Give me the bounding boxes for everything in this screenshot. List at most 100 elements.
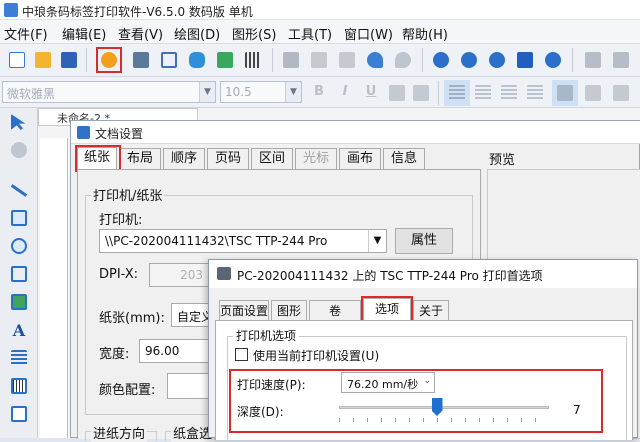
tab-layout[interactable]: 布局 bbox=[119, 148, 161, 169]
app-logo-icon bbox=[4, 3, 18, 17]
printer-icon bbox=[217, 267, 231, 280]
image-tool[interactable] bbox=[9, 292, 29, 312]
grid-icon bbox=[245, 52, 261, 68]
main-toolbar bbox=[0, 44, 640, 77]
shape-tool[interactable] bbox=[9, 264, 29, 284]
redo-button[interactable] bbox=[390, 47, 416, 73]
ellipse-tool[interactable] bbox=[9, 236, 29, 256]
tab-order[interactable]: 顺序 bbox=[163, 148, 205, 169]
menu-help[interactable]: 帮助(H) bbox=[402, 24, 448, 43]
gear-icon bbox=[101, 52, 117, 68]
menu-tools[interactable]: 工具(T) bbox=[288, 24, 332, 43]
shape-icon bbox=[11, 266, 27, 282]
cut-button[interactable] bbox=[278, 47, 304, 73]
ungroup-icon bbox=[613, 52, 629, 68]
color-profile-select[interactable] bbox=[167, 373, 211, 399]
undo-icon bbox=[367, 52, 383, 68]
tab-canvas[interactable]: 画布 bbox=[339, 148, 381, 169]
align-center-button[interactable] bbox=[470, 80, 496, 106]
barcode-tool[interactable] bbox=[9, 376, 29, 396]
valign-middle-button[interactable] bbox=[580, 80, 606, 106]
font-color-button[interactable] bbox=[408, 80, 434, 106]
zoom-actual-icon bbox=[545, 52, 561, 68]
chevron-down-icon: ▼ bbox=[199, 82, 215, 102]
rectangle-tool[interactable] bbox=[9, 208, 29, 228]
zoom-out-button[interactable] bbox=[456, 47, 482, 73]
grid-button[interactable] bbox=[240, 47, 266, 73]
database-icon bbox=[189, 52, 205, 68]
use-current-checkbox[interactable] bbox=[235, 348, 248, 361]
align-justify-button[interactable] bbox=[522, 80, 548, 106]
zoom-in-button[interactable] bbox=[428, 47, 454, 73]
font-family-value: 微软雅黑 bbox=[7, 87, 56, 101]
underline-button[interactable]: U bbox=[360, 81, 382, 103]
qrcode-tool[interactable] bbox=[9, 404, 29, 424]
window-title: 中琅条码标签打印软件-V6.5.0 数码版 单机 bbox=[22, 5, 253, 19]
menu-window[interactable]: 窗口(W) bbox=[344, 24, 393, 43]
barcode-icon bbox=[11, 378, 27, 394]
font-family-select[interactable]: 微软雅黑 ▼ bbox=[2, 81, 216, 103]
zoom-fit-icon bbox=[489, 52, 505, 68]
tab-page-number[interactable]: 页码 bbox=[207, 148, 249, 169]
select-tool[interactable] bbox=[9, 112, 29, 132]
strike-button[interactable] bbox=[384, 80, 410, 106]
ungroup-button[interactable] bbox=[608, 47, 634, 73]
tab-stock[interactable]: 卷 bbox=[309, 300, 361, 321]
line-tool[interactable] bbox=[9, 180, 29, 200]
menu-edit[interactable]: 编辑(E) bbox=[62, 24, 106, 43]
width-field[interactable]: 96.00 bbox=[139, 339, 209, 363]
tab-graphics[interactable]: 图形 bbox=[271, 300, 307, 321]
paper-size-select[interactable]: 自定义 bbox=[171, 303, 211, 327]
menu-draw[interactable]: 绘图(D) bbox=[174, 24, 220, 43]
copy-icon bbox=[311, 52, 327, 68]
properties-button[interactable]: 属性 bbox=[395, 228, 453, 254]
zoom-page-button[interactable] bbox=[512, 47, 538, 73]
ellipse-icon bbox=[11, 238, 27, 254]
print-preview-button[interactable] bbox=[156, 47, 182, 73]
use-current-label: 使用当前打印机设置(U) bbox=[253, 349, 380, 363]
copy-button[interactable] bbox=[306, 47, 332, 73]
qrcode-icon bbox=[11, 406, 27, 422]
rich-text-icon bbox=[11, 350, 27, 366]
align-right-button[interactable] bbox=[496, 80, 522, 106]
darkness-slider[interactable] bbox=[339, 406, 549, 409]
print-preferences-dialog: PC-202004111432 上的 TSC TTP-244 Pro 打印首选项… bbox=[208, 259, 638, 440]
document-settings-button[interactable] bbox=[96, 47, 122, 73]
print-button[interactable] bbox=[128, 47, 154, 73]
paste-button[interactable] bbox=[334, 47, 360, 73]
text-tool[interactable]: A bbox=[9, 320, 29, 340]
valign-bottom-button[interactable] bbox=[608, 80, 634, 106]
menu-view[interactable]: 查看(V) bbox=[118, 24, 163, 43]
open-button[interactable] bbox=[30, 47, 56, 73]
tab-info[interactable]: 信息 bbox=[383, 148, 425, 169]
zoom-fit-button[interactable] bbox=[484, 47, 510, 73]
menu-shape[interactable]: 图形(S) bbox=[232, 24, 276, 43]
group-button[interactable] bbox=[580, 47, 606, 73]
align-left-button[interactable] bbox=[444, 80, 470, 106]
zoom-actual-button[interactable] bbox=[540, 47, 566, 73]
font-size-select[interactable]: 10.5 ▼ bbox=[220, 81, 302, 103]
rotate-icon bbox=[11, 142, 27, 158]
rotate-tool[interactable] bbox=[9, 140, 29, 160]
rich-text-tool[interactable] bbox=[9, 348, 29, 368]
new-button[interactable] bbox=[4, 47, 30, 73]
printer-select[interactable]: \\PC-202004111432\TSC TTP-244 Pro ▼ bbox=[99, 229, 387, 253]
chevron-down-icon: ▼ bbox=[368, 230, 386, 252]
tab-about[interactable]: 关于 bbox=[413, 300, 449, 321]
toolbar-separator bbox=[86, 48, 87, 72]
data-source-button[interactable] bbox=[212, 47, 238, 73]
italic-button[interactable]: I bbox=[334, 81, 356, 103]
zoom-out-icon bbox=[461, 52, 477, 68]
printer-options-label: 打印机选项 bbox=[233, 327, 300, 344]
tab-page-setup[interactable]: 页面设置 bbox=[219, 300, 269, 321]
bold-button[interactable]: B bbox=[308, 81, 330, 103]
save-button[interactable] bbox=[56, 47, 82, 73]
tab-range[interactable]: 区间 bbox=[251, 148, 293, 169]
valign-top-button[interactable] bbox=[552, 80, 578, 106]
menu-file[interactable]: 文件(F) bbox=[4, 24, 48, 43]
database-button[interactable] bbox=[184, 47, 210, 73]
print-speed-select[interactable]: 76.20 mm/秒 ⌄ bbox=[341, 372, 435, 393]
valign-bottom-icon bbox=[613, 85, 629, 101]
highlight-box bbox=[75, 145, 121, 172]
undo-button[interactable] bbox=[362, 47, 388, 73]
